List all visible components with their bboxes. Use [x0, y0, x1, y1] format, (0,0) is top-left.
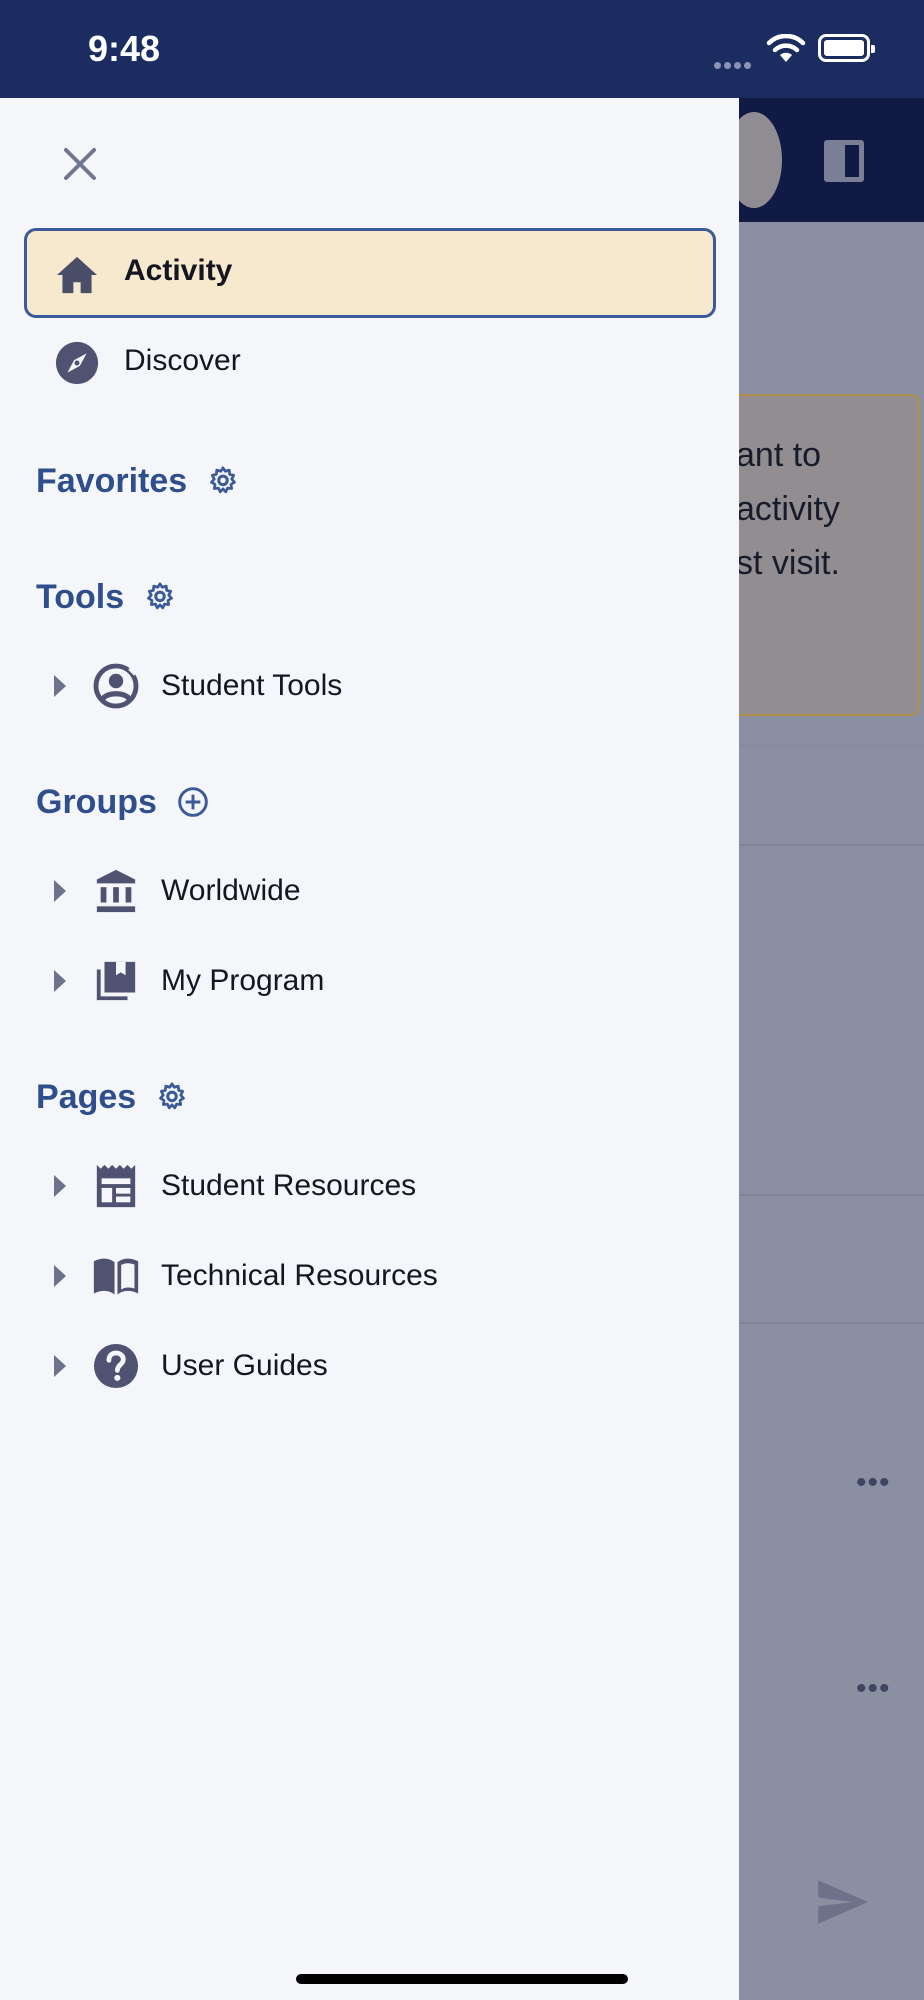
tree-item-student-tools[interactable]: Student Tools: [40, 651, 700, 721]
add-circle-icon[interactable]: [177, 786, 209, 818]
tree-item-student-resources[interactable]: Student Resources: [40, 1151, 700, 1221]
tree-item-label: My Program: [161, 964, 325, 997]
section-favorites: Favorites: [36, 456, 239, 506]
tree-item-label: Student Tools: [161, 669, 343, 702]
tree-item-label: Worldwide: [161, 874, 301, 907]
tree-item-label: Technical Resources: [161, 1259, 438, 1292]
calendar-table-icon: [92, 1162, 140, 1210]
tree-item-label: Student Resources: [161, 1169, 417, 1202]
panel-toggle-icon: [824, 140, 864, 182]
home-indicator[interactable]: [296, 1974, 628, 1984]
section-tools: Tools: [36, 572, 176, 622]
cellular-signal-icon: [714, 56, 754, 74]
nav-item-label: Activity: [124, 254, 233, 287]
account-circle-icon: [92, 662, 140, 710]
tree-item-my-program[interactable]: My Program: [40, 946, 700, 1016]
section-title: Favorites: [36, 461, 188, 500]
expand-caret-icon[interactable]: [54, 1175, 66, 1197]
expand-caret-icon[interactable]: [54, 1265, 66, 1287]
expand-caret-icon[interactable]: [54, 1355, 66, 1377]
expand-caret-icon[interactable]: [54, 970, 66, 992]
wifi-icon: [766, 34, 806, 62]
more-options-icon: •••: [856, 1672, 891, 1705]
section-title: Tools: [36, 577, 125, 616]
tree-item-user-guides[interactable]: User Guides: [40, 1331, 700, 1401]
gear-icon[interactable]: [156, 1081, 188, 1113]
gear-icon[interactable]: [207, 465, 239, 497]
section-title: Groups: [36, 782, 157, 821]
library-book-icon: [92, 957, 140, 1005]
close-icon[interactable]: [58, 142, 102, 186]
more-options-icon: •••: [856, 1466, 891, 1499]
battery-icon: [818, 34, 875, 62]
section-title: Pages: [36, 1077, 137, 1116]
nav-item-label: Discover: [124, 344, 241, 377]
gear-icon[interactable]: [144, 581, 176, 613]
status-bar: 9:48: [0, 0, 924, 98]
nav-item-discover[interactable]: Discover: [24, 318, 716, 408]
tree-item-label: User Guides: [161, 1349, 328, 1382]
tree-item-technical-resources[interactable]: Technical Resources: [40, 1241, 700, 1311]
notice-text-line: activity: [736, 490, 840, 528]
book-open-icon: [92, 1252, 140, 1300]
bank-icon: [92, 867, 140, 915]
compass-icon: [54, 340, 100, 386]
status-time: 9:48: [88, 28, 161, 69]
expand-caret-icon[interactable]: [54, 675, 66, 697]
section-groups: Groups: [36, 777, 209, 827]
help-circle-icon: [92, 1342, 140, 1390]
section-pages: Pages: [36, 1072, 188, 1122]
tree-item-worldwide[interactable]: Worldwide: [40, 856, 700, 926]
send-icon: [818, 1880, 868, 1924]
navigation-drawer: Activity Discover Favorites Tools Studen…: [0, 98, 739, 2000]
expand-caret-icon[interactable]: [54, 880, 66, 902]
notice-text-line: st visit.: [736, 544, 840, 582]
nav-item-activity[interactable]: Activity: [24, 228, 716, 318]
home-icon: [54, 252, 100, 298]
notice-text-line: ant to: [736, 436, 822, 474]
